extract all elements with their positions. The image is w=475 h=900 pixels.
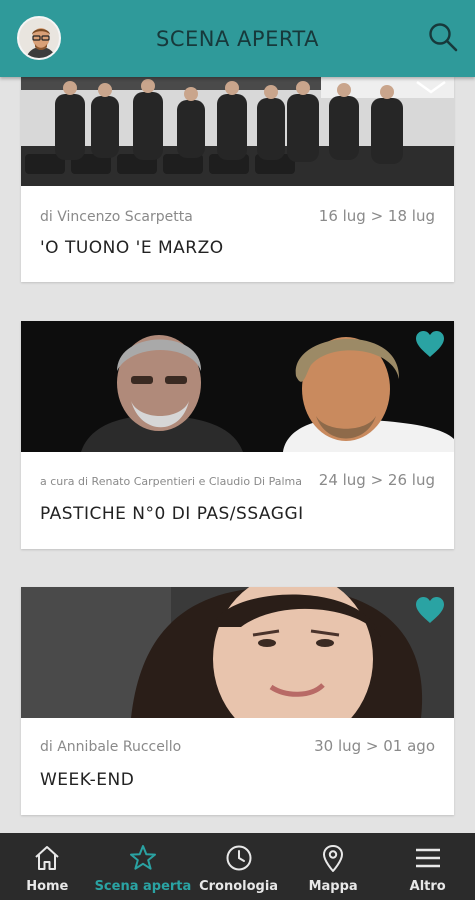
nav-item-cronologia[interactable]: Cronologia xyxy=(191,833,286,900)
home-icon xyxy=(35,846,59,870)
star-icon xyxy=(129,845,156,870)
event-meta: di Annibale Ruccello 30 lug > 01 ago xyxy=(40,737,435,755)
map-pin-icon xyxy=(323,845,344,872)
event-list[interactable]: di Vincenzo Scarpetta 16 lug > 18 lug 'O… xyxy=(0,77,475,833)
avatar[interactable] xyxy=(17,16,61,60)
event-dates: 30 lug > 01 ago xyxy=(314,737,435,755)
event-card[interactable]: di Vincenzo Scarpetta 16 lug > 18 lug 'O… xyxy=(21,77,454,282)
event-author: di Vincenzo Scarpetta xyxy=(40,209,193,225)
event-title[interactable]: PASTICHE N°0 DI PAS/SSAGGI xyxy=(40,504,304,524)
nav-item-mappa[interactable]: Mappa xyxy=(286,833,381,900)
event-title[interactable]: 'O TUONO 'E MARZO xyxy=(40,238,224,258)
app-header: SCENA APERTA xyxy=(0,0,475,77)
event-card[interactable]: a cura di Renato Carpentieri e Claudio D… xyxy=(21,321,454,549)
nav-label: Scena aperta xyxy=(94,879,192,894)
page-title: SCENA APERTA xyxy=(156,26,319,51)
event-image xyxy=(21,77,454,186)
nav-label: Home xyxy=(26,879,69,894)
nav-item-scena-aperta[interactable]: Scena aperta xyxy=(94,833,192,900)
nav-label: Altro xyxy=(409,879,446,894)
search-icon xyxy=(429,23,458,52)
event-title[interactable]: WEEK-END xyxy=(40,770,134,790)
heart-icon xyxy=(416,597,444,623)
event-dates: 16 lug > 18 lug xyxy=(318,207,435,225)
avatar-image xyxy=(19,18,59,58)
menu-icon xyxy=(415,848,440,868)
search-button[interactable] xyxy=(427,21,459,53)
nav-label: Cronologia xyxy=(199,879,279,894)
favorite-button[interactable] xyxy=(415,596,445,624)
nav-item-home[interactable]: Home xyxy=(0,833,95,900)
heart-icon xyxy=(416,331,444,357)
nav-item-altro[interactable]: Altro xyxy=(380,833,475,900)
nav-label: Mappa xyxy=(308,879,358,894)
bottom-navigation: Home Scena aperta Cronologia Mappa Altro xyxy=(0,833,475,900)
event-meta: di Vincenzo Scarpetta 16 lug > 18 lug xyxy=(40,207,435,225)
event-image xyxy=(21,587,454,718)
event-card[interactable]: di Annibale Ruccello 30 lug > 01 ago WEE… xyxy=(21,587,454,815)
event-author: di Annibale Ruccello xyxy=(40,739,182,755)
favorite-button[interactable] xyxy=(415,330,445,358)
event-dates: 24 lug > 26 lug xyxy=(318,471,435,489)
event-meta: a cura di Renato Carpentieri e Claudio D… xyxy=(40,471,435,489)
clock-icon xyxy=(226,845,252,871)
event-image xyxy=(21,321,454,452)
event-author: a cura di Renato Carpentieri e Claudio D… xyxy=(40,475,302,488)
